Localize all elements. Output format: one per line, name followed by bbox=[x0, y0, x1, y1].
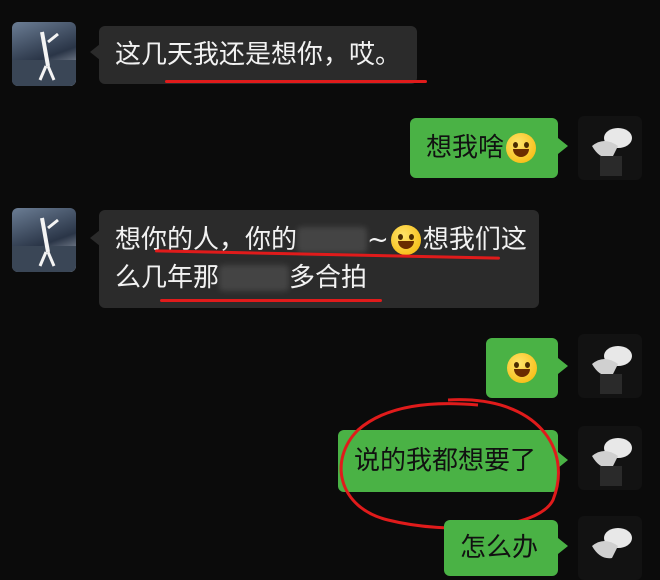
bubble-tail bbox=[558, 138, 568, 154]
message-bubble-incoming[interactable]: 这几天我还是想你，哎。 bbox=[99, 26, 417, 84]
message-text: 多合拍 bbox=[289, 263, 368, 293]
message-bubble-outgoing[interactable]: 怎么办 bbox=[444, 520, 558, 576]
avatar-hand-icon bbox=[592, 438, 632, 486]
avatar-figure-icon bbox=[12, 31, 76, 86]
bubble-tail bbox=[558, 538, 568, 554]
avatar-hand-icon bbox=[592, 346, 632, 394]
contact-avatar[interactable] bbox=[12, 208, 76, 272]
grin-emoji-icon bbox=[390, 225, 421, 255]
message-text: 想我啥 bbox=[426, 133, 505, 163]
avatar-figure-icon bbox=[12, 217, 76, 272]
redacted-text bbox=[297, 227, 368, 253]
underline-annotation bbox=[165, 80, 427, 83]
circle-annotation bbox=[339, 398, 560, 530]
message-text: 这几天我还是想你，哎。 bbox=[115, 40, 402, 70]
avatar-hand-icon bbox=[592, 528, 632, 559]
smile-emoji-icon bbox=[507, 353, 537, 383]
message-bubble-outgoing[interactable]: 想我啥 bbox=[410, 118, 558, 178]
message-text: 怎么办 bbox=[460, 533, 539, 563]
avatar-hand-icon bbox=[592, 128, 632, 176]
silly-face-emoji-icon bbox=[506, 133, 537, 163]
message-line-2: 么几年那 多合拍 bbox=[115, 259, 367, 297]
bubble-tail bbox=[558, 358, 568, 374]
contact-avatar[interactable] bbox=[12, 22, 76, 86]
message-text: 想我们这 bbox=[422, 225, 527, 255]
underline-annotation bbox=[160, 299, 382, 302]
user-avatar[interactable] bbox=[578, 516, 642, 580]
message-text: 么几年那 bbox=[115, 263, 220, 293]
user-avatar[interactable] bbox=[578, 116, 642, 180]
user-avatar[interactable] bbox=[578, 426, 642, 490]
redacted-text bbox=[219, 265, 290, 291]
message-bubble-outgoing[interactable] bbox=[486, 338, 558, 398]
user-avatar[interactable] bbox=[578, 334, 642, 398]
